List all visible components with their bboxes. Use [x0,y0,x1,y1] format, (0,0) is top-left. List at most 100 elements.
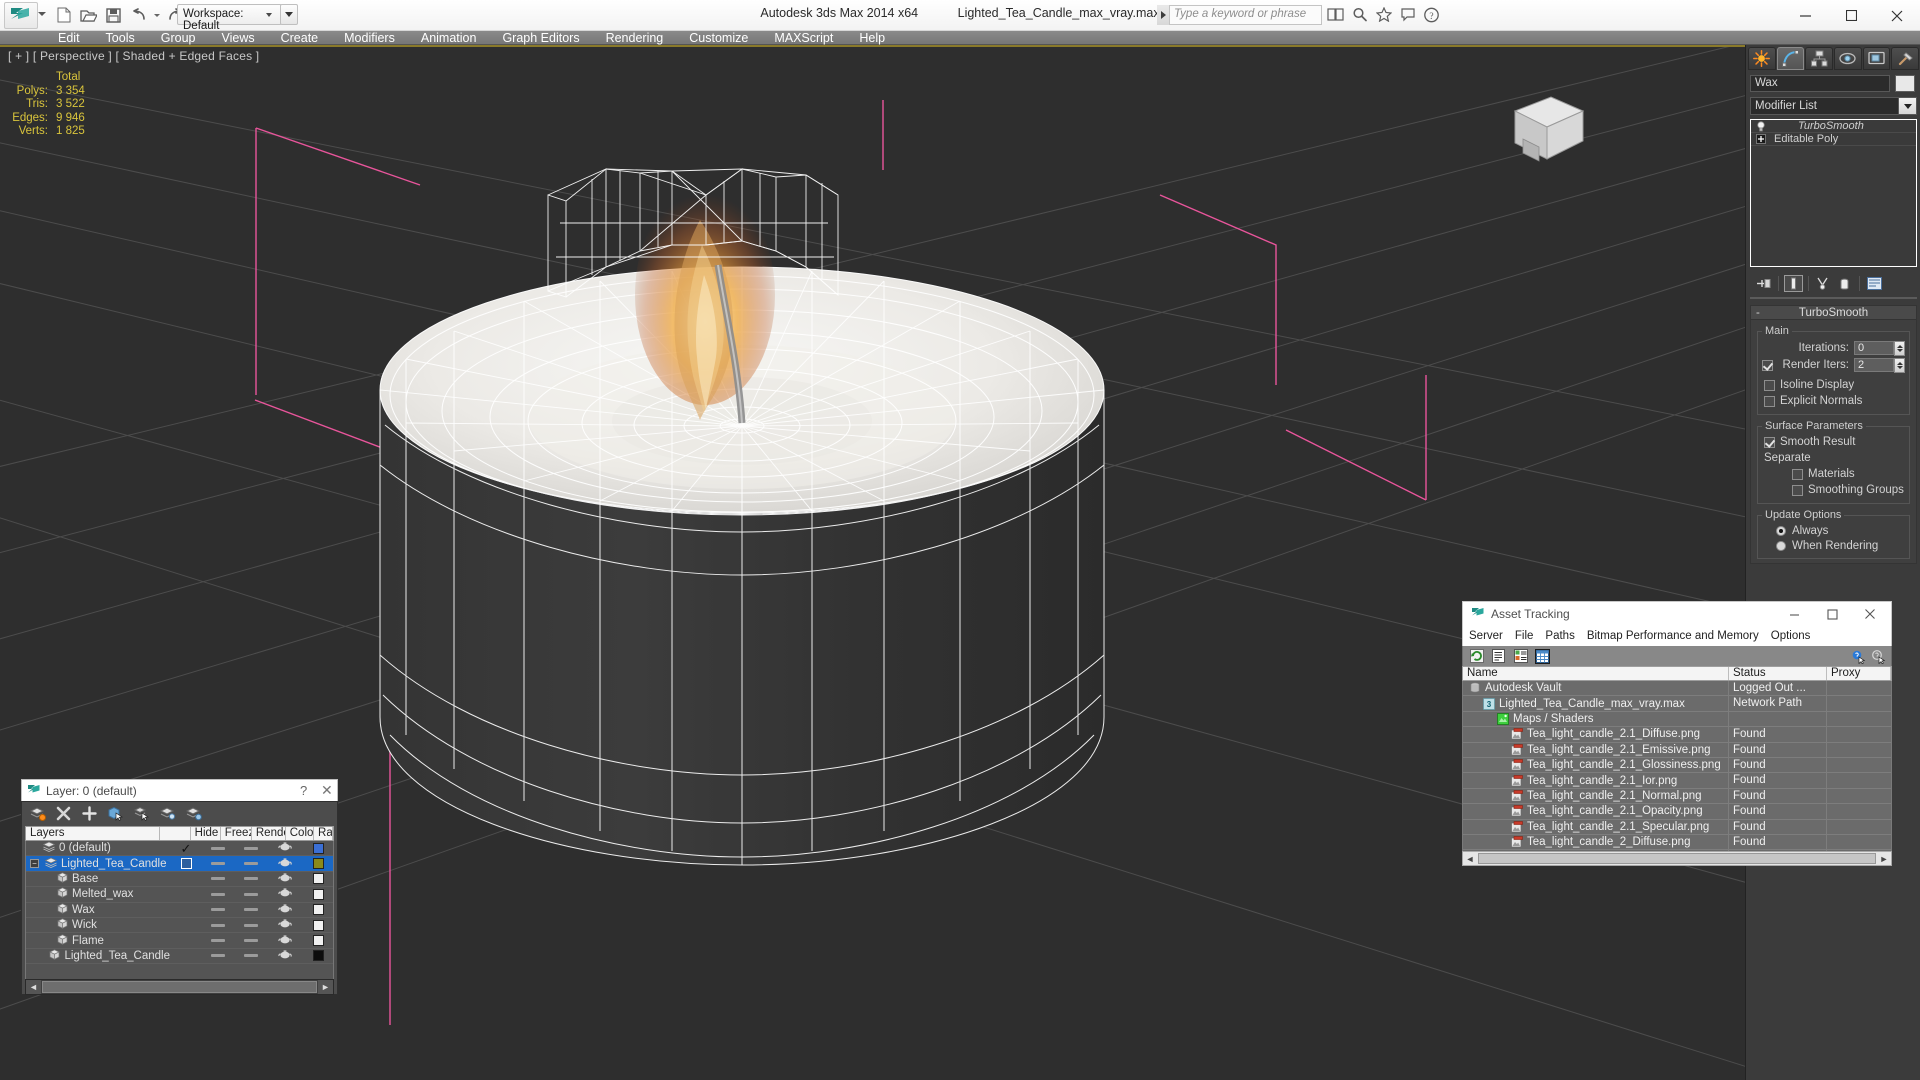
layer-current-cell[interactable]: ✓ [170,842,202,855]
search-input[interactable]: Type a keyword or phrase [1174,8,1318,20]
app-logo-caret-icon[interactable] [38,12,46,16]
layer-col-color[interactable]: Color [286,827,315,840]
asset-name-cell[interactable]: Tea_light_candle_2_Diffuse.png [1463,834,1729,850]
explicit-normals-checkbox[interactable] [1764,395,1775,407]
utilities-tab[interactable] [1891,47,1920,70]
minimize-button[interactable] [1782,0,1828,31]
layer-col-layers[interactable]: Layers [26,827,161,840]
search-icon[interactable] [1350,5,1369,24]
app-logo-button[interactable] [4,2,38,29]
layer-hide-cell[interactable] [202,877,234,881]
layer-hide-cell[interactable] [202,923,234,927]
layer-render-cell[interactable] [267,918,303,932]
asset-row[interactable]: Tea_light_candle_2.1_Ior.png Found [1463,773,1891,789]
smooth-result-row[interactable]: Smooth Result [1762,434,1905,450]
layer-table-rows[interactable]: 0 (default) ✓ − Lighted_Tea_Candle Base Melte… [25,841,334,979]
modifier-stack[interactable]: TurboSmooth Editable Poly [1750,119,1917,267]
isoline-display-row[interactable]: Isoline Display [1762,377,1905,393]
layer-color-cell[interactable] [303,950,333,962]
layer-freeze-cell[interactable] [234,862,267,866]
color-swatch[interactable] [312,842,324,854]
configure-modifier-sets-icon[interactable] [1865,275,1884,292]
layer-hide-cell[interactable] [202,892,234,896]
layer-color-cell[interactable] [303,842,333,854]
materials-row[interactable]: Materials [1762,466,1905,482]
asset-maximize-button[interactable] [1813,602,1851,626]
layer-freeze-cell[interactable] [234,892,267,896]
layer-hide-cell[interactable] [202,908,234,912]
asset-row[interactable]: Tea_light_candle_2.1_Glossiness.png Found [1463,757,1891,774]
layer-name-cell[interactable]: Melted_wax [26,887,170,901]
layer-hide-cell[interactable] [202,846,234,850]
scroll-thumb[interactable] [42,981,317,993]
layer-name-cell[interactable]: Wick [26,918,170,932]
asset-name-cell[interactable]: Tea_light_candle_2.1_Emissive.png [1463,742,1729,757]
modifier-stack-item-editable-poly[interactable]: Editable Poly [1751,133,1916,146]
layer-col-hide[interactable]: Hide [191,827,221,840]
when-rendering-radio[interactable] [1776,540,1786,551]
layer-col-render[interactable]: Render [252,827,286,840]
workspace-caret-icon[interactable] [262,5,276,24]
scroll-thumb[interactable] [1478,853,1876,864]
close-button[interactable] [1874,0,1920,31]
new-layer-icon[interactable] [29,805,46,822]
asset-minimize-button[interactable] [1775,602,1813,626]
asset-table-rows[interactable]: Autodesk Vault Logged Out ... 3 Lighted_Tea… [1462,681,1892,851]
motion-tab[interactable] [1834,47,1862,70]
undo-dropdown-icon[interactable] [152,4,161,26]
new-icon[interactable] [52,4,74,26]
object-name-field[interactable]: Wax [1750,75,1890,92]
object-color-swatch[interactable] [1895,75,1915,92]
rollout-header[interactable]: - TurboSmooth [1751,306,1916,320]
asset-row[interactable]: Tea_light_candle_2.1_Normal.png Found [1463,788,1891,805]
layer-color-cell[interactable] [303,873,333,885]
layer-render-cell[interactable] [267,857,303,871]
layer-properties-icon[interactable] [185,805,202,822]
render-iters-spinner[interactable]: 2 [1854,357,1905,373]
color-swatch[interactable] [312,873,324,885]
layer-row[interactable]: Lighted_Tea_Candle [26,949,333,965]
hierarchy-tab[interactable] [1805,47,1834,70]
infocenter-icon[interactable] [1326,5,1345,24]
color-swatch[interactable] [312,904,324,916]
asset-row[interactable]: Tea_light_candle_2.1_Emissive.png Found [1463,742,1891,758]
asset-row[interactable]: 3 Lighted_Tea_Candle_max_vray.max Network … [1463,696,1891,712]
always-row[interactable]: Always [1762,523,1905,538]
asset-menu-server[interactable]: Server [1463,630,1509,642]
layer-hide-cell[interactable] [202,939,234,943]
layer-row[interactable]: Flame [26,933,333,949]
asset-row[interactable]: Tea_light_candle_2_Diffuse.png Found [1463,834,1891,851]
layer-freeze-cell[interactable] [234,846,267,850]
color-swatch[interactable] [312,950,324,962]
asset-menu-options[interactable]: Options [1765,630,1817,642]
layer-dialog-help-button[interactable]: ? [300,783,307,798]
scroll-left-icon[interactable]: ◄ [1463,852,1477,865]
maximize-button[interactable] [1828,0,1874,31]
asset-menu-paths[interactable]: Paths [1539,630,1580,642]
iterations-spinner[interactable]: 0 [1854,340,1905,356]
asset-name-cell[interactable]: Tea_light_candle_2.1_Normal.png [1463,788,1729,804]
layer-render-cell[interactable] [267,903,303,917]
layer-row[interactable]: Melted_wax [26,887,333,903]
layer-render-cell[interactable] [267,934,303,948]
render-iters-value[interactable]: 2 [1854,358,1894,372]
layer-dialog-close-button[interactable]: ✕ [321,782,333,799]
layer-dialog[interactable]: Layer: 0 (default) ? ✕ Layers Hide Free … [21,779,338,995]
layer-color-cell[interactable] [303,858,333,870]
remove-modifier-icon[interactable] [1835,275,1854,292]
asset-name-cell[interactable]: Tea_light_candle_2.1_Specular.png [1463,819,1729,834]
smooth-result-checkbox[interactable] [1764,436,1775,448]
detail-view-icon[interactable] [1513,649,1528,664]
asset-name-cell[interactable]: Maps / Shaders [1463,711,1729,727]
asset-row[interactable]: Maps / Shaders [1463,711,1891,728]
layer-freeze-cell[interactable] [234,908,267,912]
layer-row[interactable]: Wick [26,918,333,934]
layer-hide-cell[interactable] [202,954,234,958]
color-swatch[interactable] [312,919,324,931]
highlight-selected-icon[interactable] [159,805,176,822]
rollout-collapse-icon[interactable]: - [1756,307,1760,319]
asset-name-cell[interactable]: Tea_light_candle_2.1_Opacity.png [1463,804,1729,819]
layer-row[interactable]: Base [26,872,333,888]
select-highlighted-icon[interactable] [133,805,150,822]
materials-checkbox[interactable] [1792,468,1803,480]
